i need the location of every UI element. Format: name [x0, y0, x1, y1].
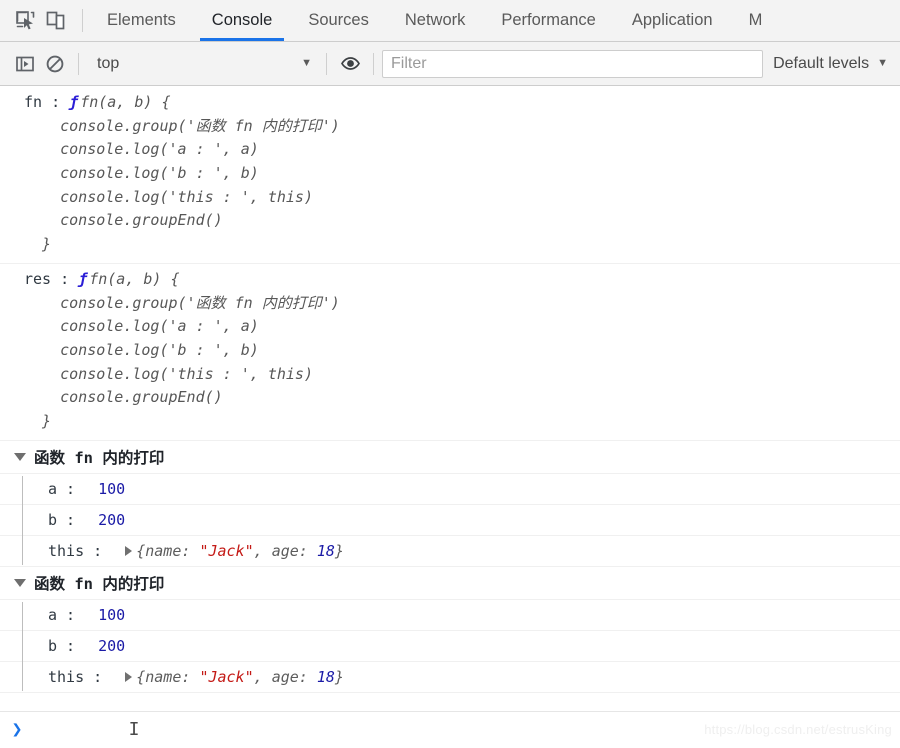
- function-body-line: console.log('b : ', b): [24, 340, 259, 359]
- log-row: a : 100: [0, 600, 900, 631]
- tab-sources[interactable]: Sources: [290, 0, 387, 41]
- console-group-title: 函数 fn 内的打印: [34, 574, 165, 593]
- function-source-fn: fn : ƒ fn(a, b) { console.group('函数 fn 内的…: [0, 91, 900, 257]
- log-key: b :: [48, 636, 85, 655]
- object-preview[interactable]: {name: "Jack", age: 18}: [111, 668, 344, 686]
- clear-console-icon[interactable]: [40, 49, 70, 79]
- filter-input[interactable]: Filter: [382, 49, 764, 78]
- log-value-number: 100: [98, 479, 126, 498]
- function-body-line: console.group('函数 fn 内的打印'): [24, 293, 340, 312]
- log-key: b :: [48, 510, 85, 529]
- object-close-brace: }: [334, 667, 344, 686]
- triangle-right-icon[interactable]: [125, 545, 133, 556]
- log-levels-dropdown[interactable]: Default levels ▼: [773, 55, 892, 73]
- console-message-function-fn: fn : ƒ fn(a, b) { console.group('函数 fn 内的…: [0, 87, 900, 264]
- object-comma: ,: [253, 667, 272, 686]
- function-body-line: }: [24, 235, 52, 254]
- log-row: this : {name: "Jack", age: 18}: [0, 662, 900, 693]
- object-value-name: "Jack": [199, 541, 254, 560]
- object-preview[interactable]: {name: "Jack", age: 18}: [111, 542, 344, 560]
- console-sidebar-icon[interactable]: [10, 49, 40, 79]
- log-key: this :: [48, 541, 112, 560]
- function-body-line: console.log('a : ', a): [24, 317, 259, 336]
- function-signature: fn(a, b) {: [89, 269, 180, 288]
- function-source-res: res : ƒ fn(a, b) { console.group('函数 fn 内…: [0, 268, 900, 434]
- object-open-brace: {: [136, 667, 146, 686]
- log-key: a :: [48, 479, 85, 498]
- function-body-line: console.log('b : ', b): [24, 164, 259, 183]
- prompt-chevron-icon: ❯: [11, 719, 23, 740]
- console-group-body: a : 100 b : 200 this : {name: "Jack", ag…: [0, 474, 900, 567]
- tabbar-icon-group: [0, 0, 76, 41]
- log-row: this : {name: "Jack", age: 18}: [0, 536, 900, 567]
- execution-context-selector[interactable]: top ▼: [87, 50, 318, 78]
- console-group: 函数 fn 内的打印 a : 100 b : 200 this : {name:…: [0, 567, 900, 693]
- triangle-down-icon[interactable]: [14, 578, 26, 587]
- log-key: a :: [48, 605, 85, 624]
- function-body-line: console.groupEnd(): [24, 211, 223, 230]
- log-row: b : 200: [0, 631, 900, 662]
- log-row: a : 100: [0, 474, 900, 505]
- tab-elements[interactable]: Elements: [89, 0, 194, 41]
- log-value-number: 200: [98, 636, 126, 655]
- function-keyword-icon: ƒ: [69, 93, 79, 111]
- tabbar-divider: [82, 9, 83, 32]
- log-value-number: 200: [98, 510, 126, 529]
- console-messages[interactable]: fn : ƒ fn(a, b) { console.group('函数 fn 内的…: [0, 87, 900, 712]
- message-label: res :: [24, 269, 79, 288]
- object-comma: ,: [253, 541, 272, 560]
- tab-console[interactable]: Console: [194, 0, 291, 41]
- toolbar-divider-1: [78, 52, 79, 75]
- watermark: https://blog.csdn.net/estrusKing: [704, 722, 892, 737]
- log-key: this :: [48, 667, 112, 686]
- toolbar-divider-3: [373, 52, 374, 75]
- console-group-title: 函数 fn 内的打印: [34, 448, 165, 467]
- function-body-line: console.group('函数 fn 内的打印'): [24, 116, 340, 135]
- console-prompt-row[interactable]: ❯ I https://blog.csdn.net/estrusKing: [0, 711, 900, 748]
- devtools-tabs: Elements Console Sources Network Perform…: [89, 0, 900, 41]
- tab-network[interactable]: Network: [387, 0, 484, 41]
- function-body-line: console.log('a : ', a): [24, 140, 259, 159]
- tab-application[interactable]: Application: [614, 0, 731, 41]
- object-value-age: 18: [316, 667, 335, 686]
- object-open-brace: {: [136, 541, 146, 560]
- tab-memory[interactable]: M: [731, 0, 781, 41]
- console-group-body: a : 100 b : 200 this : {name: "Jack", ag…: [0, 600, 900, 693]
- function-signature: fn(a, b) {: [80, 93, 171, 111]
- console-group-header[interactable]: 函数 fn 内的打印: [0, 567, 900, 600]
- function-body-line: console.log('this : ', this): [24, 364, 313, 383]
- object-key-age: age:: [271, 541, 317, 560]
- object-key-name: name:: [145, 667, 200, 686]
- triangle-right-icon[interactable]: [125, 671, 133, 682]
- log-value-number: 100: [98, 605, 126, 624]
- filter-placeholder: Filter: [391, 54, 427, 72]
- object-key-age: age:: [271, 667, 317, 686]
- context-label: top: [97, 54, 120, 72]
- log-levels-label: Default levels: [773, 54, 870, 72]
- object-value-age: 18: [316, 541, 335, 560]
- console-message-function-res: res : ƒ fn(a, b) { console.group('函数 fn 内…: [0, 264, 900, 441]
- message-label: fn :: [24, 93, 70, 111]
- chevron-down-icon: ▼: [301, 57, 312, 69]
- console-group: 函数 fn 内的打印 a : 100 b : 200 this : {name:…: [0, 441, 900, 567]
- object-close-brace: }: [334, 541, 344, 560]
- log-row: b : 200: [0, 505, 900, 536]
- function-body-line: }: [24, 411, 52, 430]
- tab-performance[interactable]: Performance: [483, 0, 613, 41]
- text-cursor-icon: I: [128, 719, 140, 740]
- function-body-line: console.groupEnd(): [24, 388, 223, 407]
- device-toolbar-icon[interactable]: [40, 6, 70, 36]
- function-keyword-icon: ƒ: [78, 269, 88, 288]
- triangle-down-icon[interactable]: [14, 452, 26, 461]
- toolbar-divider-2: [326, 52, 327, 75]
- object-value-name: "Jack": [199, 667, 254, 686]
- object-key-name: name:: [145, 541, 200, 560]
- function-body-line: console.log('this : ', this): [24, 187, 313, 206]
- console-group-header[interactable]: 函数 fn 内的打印: [0, 441, 900, 474]
- inspect-element-icon[interactable]: [10, 6, 40, 36]
- chevron-down-icon: ▼: [877, 57, 888, 69]
- live-expression-eye-icon[interactable]: [335, 49, 365, 79]
- console-toolbar: top ▼ Filter Default levels ▼: [0, 42, 900, 86]
- devtools-tabbar: Elements Console Sources Network Perform…: [0, 0, 900, 42]
